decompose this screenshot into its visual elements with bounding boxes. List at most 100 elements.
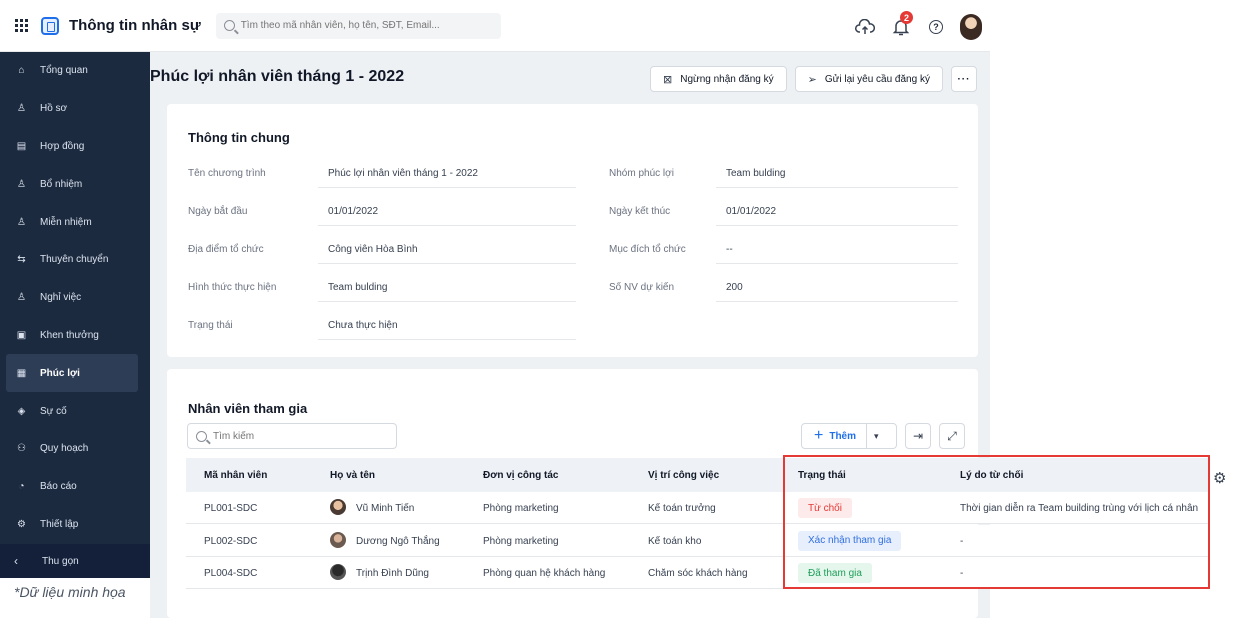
sidebar-item-label: Thuyên chuyển (40, 254, 109, 266)
employee-name: Vũ Minh Tiến (356, 503, 415, 514)
field-label: Số NV dự kiến (609, 282, 675, 293)
add-label: Thêm (829, 430, 857, 442)
add-participant-button[interactable]: + Thêm ▾ (801, 423, 897, 449)
column-settings-gear-icon[interactable]: ⚙ (1213, 469, 1229, 487)
status-badge: Đã tham gia (798, 563, 872, 583)
chart-icon: ◔ (18, 481, 25, 493)
search-icon (196, 430, 207, 442)
employee-position: Kế toán kho (648, 535, 702, 547)
column-header: Trạng thái (798, 470, 846, 481)
sidebar-item[interactable]: ♙ Nghỉ việc (0, 279, 150, 317)
field-label: Ngày kết thúc (609, 206, 671, 217)
apps-grid-icon[interactable] (15, 18, 29, 33)
app-logo-icon (41, 16, 59, 35)
resend-request-button[interactable]: ➢ Gửi lại yêu cầu đăng ký (794, 66, 943, 92)
person-leave-icon: ♙ (17, 292, 26, 304)
employee-name: Trịnh Đình Dũng (356, 568, 429, 579)
export-icon[interactable]: ⇥ (905, 423, 931, 449)
sidebar-item-label: Hợp đồng (40, 140, 85, 152)
app-title: Thông tin nhân sự (69, 17, 201, 34)
more-options-button[interactable]: ··· (950, 66, 977, 92)
sidebar-item-label: Thiết lập (40, 518, 79, 530)
demo-data-caption: *Dữ liệu minh họa (14, 584, 126, 600)
sidebar-item-label: Phúc lợi (40, 367, 80, 379)
status-badge: Xác nhận tham gia (798, 530, 902, 551)
rejection-reason: Thời gian diễn ra Team building trùng vớ… (960, 503, 1199, 514)
collapse-label: Thu gọn (42, 555, 79, 567)
fullscreen-icon[interactable]: ⤢ (939, 423, 965, 449)
rejection-reason: - (960, 535, 964, 547)
global-search-input[interactable] (240, 20, 491, 31)
sidebar-item-label: Hồ sơ (40, 103, 68, 115)
sidebar-item[interactable]: ◔ Báo cáo (0, 468, 150, 506)
sidebar-item[interactable]: ▣ Khen thưởng (0, 317, 150, 355)
sidebar-item[interactable]: ▤ Hợp đồng (0, 128, 150, 166)
participant-search[interactable] (187, 423, 397, 449)
person-icon: ♙ (17, 103, 26, 115)
employee-id: PL001-SDC (204, 503, 258, 514)
sidebar-item[interactable]: ▦ Phúc lợi (6, 354, 138, 393)
sidebar-item[interactable]: ♙ Miễn nhiệm (0, 203, 150, 241)
sidebar-item[interactable]: ◈ Sự cố (0, 392, 150, 430)
participant-search-input[interactable] (213, 430, 393, 442)
field-label: Trạng thái (188, 320, 233, 331)
column-header: Vị trí công việc (648, 470, 720, 481)
page-title: Phúc lợi nhân viên tháng 1 - 2022 (150, 68, 405, 85)
column-header: Lý do từ chối (960, 470, 1024, 481)
table-row[interactable]: PL001-SDC Vũ Minh Tiến Phòng marketing Kế t… (186, 492, 1210, 524)
field-value: Team bulding (726, 168, 786, 179)
resend-request-label: Gửi lại yêu cầu đăng ký (824, 73, 930, 85)
general-info-card: Thông tin chung Tên chương trình Phúc lợi… (167, 104, 978, 357)
employee-position: Kế toán trưởng (648, 503, 716, 514)
info-field: Trạng thái Chưa thực hiện (167, 306, 978, 340)
sidebar-item[interactable]: ⌂ Tổng quan (0, 52, 150, 90)
avatar (330, 499, 346, 515)
shield-icon: ◈ (17, 405, 26, 417)
plus-icon: + (814, 427, 824, 444)
person-add-icon: ♙ (17, 178, 26, 190)
sidebar-item[interactable]: ⚙ Thiết lập (0, 506, 150, 544)
notification-badge: 2 (900, 11, 913, 24)
info-field: Nhóm phúc lợi Team bulding (167, 154, 978, 188)
field-label: Mục đích tổ chức (609, 244, 686, 255)
sidebar-item[interactable]: ⚇ Quy hoạch (0, 430, 150, 468)
home-icon: ⌂ (18, 65, 25, 77)
sidebar-item-label: Nghỉ việc (40, 292, 82, 304)
person-remove-icon: ♙ (17, 216, 26, 228)
sidebar-item[interactable]: ♙ Bổ nhiệm (0, 165, 150, 203)
top-bar: Thông tin nhân sự 2 ? (0, 0, 990, 52)
search-icon (223, 20, 235, 31)
stop-file-icon: ⊠ (663, 73, 673, 86)
employee-id: PL002-SDC (204, 535, 258, 547)
chevron-down-icon[interactable]: ▾ (874, 431, 879, 442)
sidebar-item-label: Quy hoạch (40, 443, 89, 455)
avatar (330, 564, 346, 580)
field-label: Nhóm phúc lợi (609, 168, 674, 179)
send-icon: ➢ (807, 73, 817, 86)
collapse-sidebar-button[interactable]: ‹ Thu gọn (0, 544, 150, 578)
stop-registration-button[interactable]: ⊠ Ngừng nhận đăng ký (650, 66, 787, 92)
table-row[interactable]: PL002-SDC Dương Ngô Thắng Phòng marketing K… (186, 524, 1210, 557)
table-row[interactable]: PL004-SDC Trịnh Đình Dũng Phòng quan hệ kh… (186, 557, 1210, 589)
avatar (330, 531, 346, 548)
column-header: Họ và tên (330, 470, 376, 481)
rejection-reason: - (960, 568, 964, 579)
field-value: 200 (726, 282, 743, 293)
people-icon: ⚇ (17, 443, 26, 455)
employee-position: Chăm sóc khách hàng (648, 568, 748, 579)
cloud-upload-icon[interactable] (855, 17, 875, 37)
help-icon[interactable]: ? (929, 20, 943, 34)
employee-unit: Phòng marketing (483, 535, 559, 547)
sidebar: ⌂ Tổng quan ♙ Hồ sơ ▤ Hợp đồng ♙ Bổ nhiệm ♙ Miễn … (0, 52, 150, 578)
user-avatar[interactable] (960, 14, 982, 40)
sidebar-item[interactable]: ♙ Hồ sơ (0, 90, 150, 128)
global-search[interactable] (215, 12, 501, 39)
sidebar-item[interactable]: ⇆ Thuyên chuyển (0, 241, 150, 279)
sidebar-item-label: Bổ nhiệm (40, 178, 83, 190)
sidebar-item-label: Khen thưởng (40, 329, 99, 341)
stop-registration-label: Ngừng nhận đăng ký (680, 73, 774, 85)
employee-unit: Phòng quan hệ khách hàng (483, 568, 606, 579)
notification-bell-icon[interactable]: 2 (892, 11, 913, 37)
top-actions: 2 ? (855, 11, 982, 40)
page-actions: ⊠ Ngừng nhận đăng ký ➢ Gửi lại yêu cầu đ… (650, 66, 977, 92)
